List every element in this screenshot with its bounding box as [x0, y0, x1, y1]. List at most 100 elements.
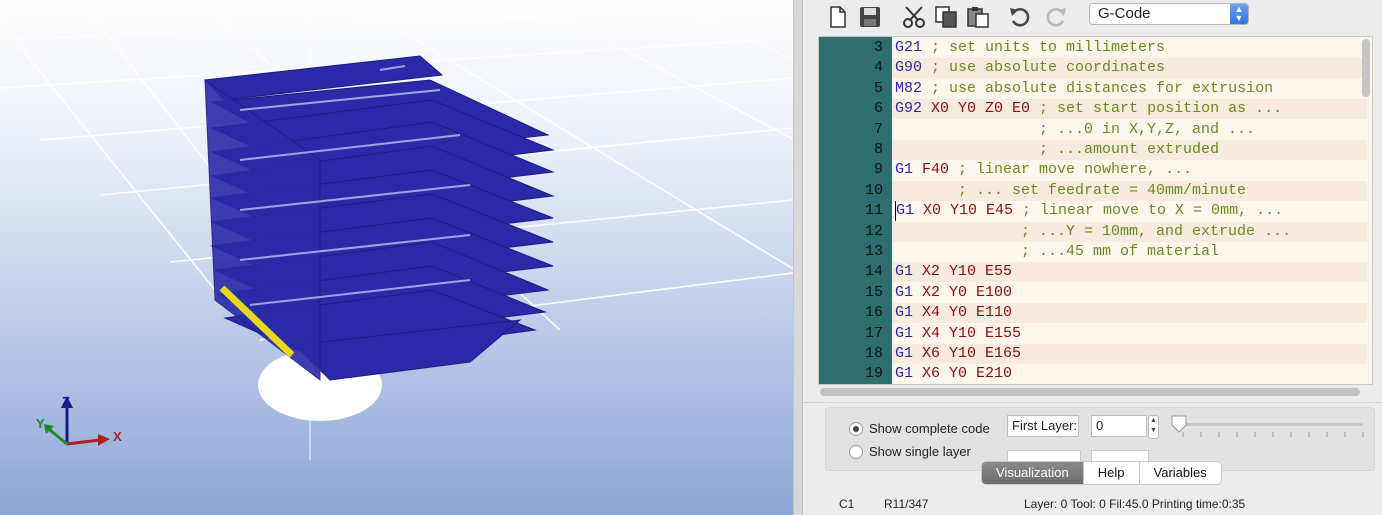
line-code: G1 X2 Y10 E55	[895, 262, 1012, 282]
gcode-command: G1	[895, 161, 914, 179]
gcode-command: M82	[895, 79, 923, 97]
gcode-comment: ; ...0 in X,Y,Z, and ...	[895, 120, 1256, 138]
code-line[interactable]: 3 G21 ; set units to millimeters	[819, 38, 1367, 58]
code-line[interactable]: 10 ; ... set feedrate = 40mm/minute	[819, 180, 1367, 201]
first-layer-input[interactable]: 0	[1091, 415, 1147, 437]
gcode-command: G92	[895, 100, 923, 118]
line-code: G21 ; set units to millimeters	[895, 38, 1165, 58]
radio-unselected[interactable]	[849, 444, 863, 459]
axis-z-label: Z	[62, 394, 70, 409]
line-number: 16	[864, 304, 883, 322]
line-code: ; ...amount extruded	[895, 140, 1219, 160]
cut-icon[interactable]	[901, 4, 927, 30]
redo-icon[interactable]	[1043, 4, 1069, 30]
status-column: C1	[839, 497, 855, 511]
line-number: 9	[873, 161, 883, 179]
status-info: Layer: 0 Tool: 0 Fil:45.0 Printing time:…	[1024, 497, 1246, 511]
gcode-comment: ; linear move nowhere, ...	[958, 161, 1193, 179]
line-code: ; ... set feedrate = 40mm/minute	[895, 181, 1246, 201]
code-line[interactable]: 14 G1 X2 Y10 E55	[819, 262, 1367, 283]
line-number: 19	[864, 365, 883, 383]
code-line[interactable]: 8 ; ...amount extruded	[819, 140, 1367, 160]
line-number: 11	[864, 202, 883, 220]
show-single-option[interactable]: Show single layer	[849, 444, 971, 459]
axis-y-label: Y	[36, 416, 45, 431]
gcode-command: G1	[895, 283, 914, 301]
undo-icon[interactable]	[1007, 4, 1033, 30]
line-number: 5	[873, 79, 883, 97]
mode-select[interactable]: G-Code ▲ ▼	[1089, 3, 1249, 25]
line-number: 12	[864, 222, 883, 240]
gcode-comment: ; linear move to X = 0mm, ...	[1022, 202, 1284, 220]
code-line[interactable]: 16 G1 X4 Y0 E110	[819, 303, 1367, 324]
code-line[interactable]: 13 ; ...45 mm of material	[819, 242, 1367, 262]
printed-object	[203, 55, 555, 421]
radio-selected[interactable]	[849, 421, 863, 436]
new-file-icon[interactable]	[825, 4, 851, 30]
line-code: M82 ; use absolute distances for extrusio…	[895, 79, 1273, 99]
gcode-params: X2 Y0 E100	[922, 283, 1013, 301]
panel-separator	[803, 402, 1382, 403]
line-code: G1 X6 Y0 E210	[895, 364, 1012, 384]
gcode-comment: ; ...45 mm of material	[895, 243, 1220, 260]
line-number: 13	[864, 243, 883, 260]
line-number: 3	[873, 39, 883, 56]
gcode-params: F40	[922, 161, 950, 179]
gcode-params: X0 Y10 E45	[923, 202, 1014, 220]
3d-viewport[interactable]: Z X Y	[0, 0, 793, 515]
first-layer-stepper[interactable]: ▲ ▼	[1148, 415, 1159, 439]
gcode-command: G1	[895, 304, 914, 322]
code-line[interactable]: 5 M82 ; use absolute distances for extrusi…	[819, 79, 1367, 99]
code-line[interactable]: 17 G1 X4 Y10 E155	[819, 324, 1367, 344]
line-code: G1 X4 Y0 E110	[895, 303, 1012, 323]
gcode-params: X2 Y10 E55	[922, 263, 1013, 281]
gcode-command: G1	[895, 324, 914, 342]
code-line[interactable]: 19 G1 X6 Y0 E210	[819, 364, 1367, 384]
code-line[interactable]: 9 G1 F40 ; linear move nowhere, ...	[819, 160, 1367, 180]
code-line[interactable]: 4 G90 ; use absolute coordinates	[819, 58, 1367, 79]
show-complete-option[interactable]: Show complete code	[849, 421, 990, 436]
gcode-editor[interactable]: 3 G21 ; set units to millimeters 4 G90 ; use …	[818, 36, 1373, 385]
tab-variables[interactable]: Variables	[1138, 462, 1221, 484]
line-number: 18	[864, 345, 883, 362]
editor-toolbar: G-Code ▲ ▼	[803, 0, 1382, 34]
line-code: ; ...45 mm of material	[895, 242, 1219, 262]
gcode-comment: ; use absolute distances for extrusion	[931, 79, 1274, 97]
copy-icon[interactable]	[933, 4, 959, 30]
code-line[interactable]: 7 ; ...0 in X,Y,Z, and ...	[819, 120, 1367, 140]
code-line[interactable]: 15 G1 X2 Y0 E100	[819, 283, 1367, 303]
code-line[interactable]: 18 G1 X6 Y10 E165	[819, 344, 1367, 364]
gcode-comment: ; ...amount extruded	[895, 141, 1220, 158]
line-code: G1 X2 Y0 E100	[895, 283, 1012, 303]
line-code: G90 ; use absolute coordinates	[895, 58, 1165, 78]
show-complete-label: Show complete code	[869, 421, 990, 436]
bottom-tabs: Visualization Help Variables	[981, 461, 1222, 485]
line-code: G1 X6 Y10 E165	[895, 344, 1021, 364]
editor-vertical-scrollbar[interactable]	[1362, 39, 1370, 97]
code-line[interactable]: 11 G1 X0 Y10 E45 ; linear move to X = 0mm, …	[819, 201, 1367, 222]
line-code: G1 F40 ; linear move nowhere, ...	[895, 160, 1192, 180]
axis-indicator: Z X Y	[36, 394, 122, 446]
gcode-params: X4 Y0 E110	[922, 304, 1013, 322]
tab-help[interactable]: Help	[1082, 462, 1139, 484]
line-code: G1 X4 Y10 E155	[895, 324, 1021, 344]
code-line[interactable]: 12 ; ...Y = 10mm, and extrude ...	[819, 221, 1367, 242]
paste-icon[interactable]	[965, 4, 991, 30]
gcode-command: G1	[895, 365, 914, 383]
code-line[interactable]: 6 G92 X0 Y0 Z0 E0 ; set start position as .…	[819, 99, 1367, 120]
line-code: ; ...0 in X,Y,Z, and ...	[895, 120, 1255, 140]
save-icon[interactable]	[857, 4, 883, 30]
editor-horizontal-scrollbar[interactable]	[818, 386, 1373, 398]
gcode-panel: G-Code ▲ ▼ 3 G21 ; set units to millimeters…	[803, 0, 1382, 515]
layer-slider-knob[interactable]	[1171, 415, 1187, 433]
gcode-command: G21	[895, 39, 923, 56]
gcode-params: X6 Y0 E210	[922, 365, 1013, 383]
line-code: ; ...Y = 10mm, and extrude ...	[895, 222, 1291, 242]
gcode-command: G90	[895, 59, 923, 77]
tab-visualization[interactable]: Visualization	[982, 462, 1083, 484]
split-divider[interactable]	[793, 0, 803, 515]
axis-x-label: X	[113, 429, 122, 444]
gcode-params: X6 Y10 E165	[922, 345, 1022, 362]
line-number: 14	[864, 263, 883, 281]
layer-slider-track[interactable]	[1177, 423, 1363, 426]
